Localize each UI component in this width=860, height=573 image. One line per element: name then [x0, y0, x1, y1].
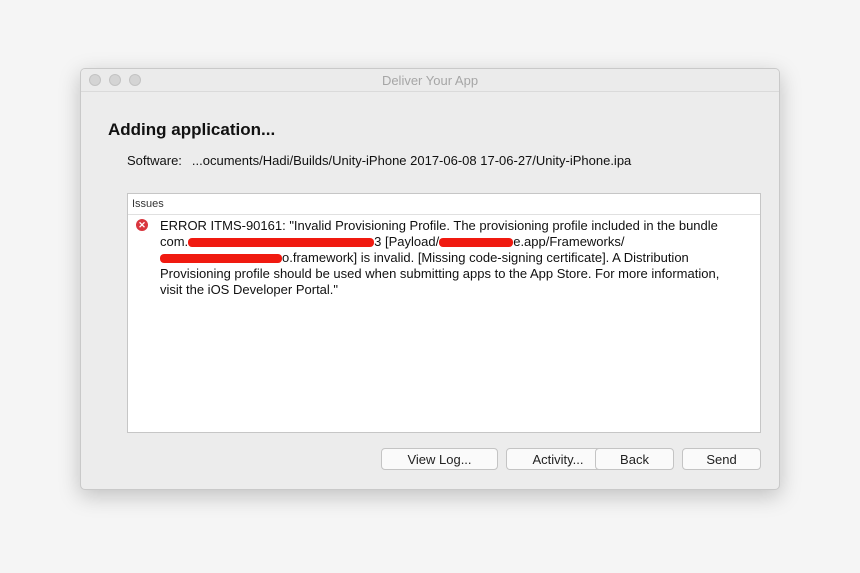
issues-list[interactable]: Issues ✕ ERROR ITMS-90161: "Invalid Prov…	[127, 193, 761, 433]
window-title: Deliver Your App	[381, 73, 479, 88]
software-row: Software: ...ocuments/Hadi/Builds/Unity-i…	[127, 153, 631, 168]
issue-line: visit the iOS Developer Portal."	[160, 282, 339, 297]
redaction-mark	[188, 238, 375, 248]
issue-line: com. 3 [Payload/e.app/Frameworks/	[160, 234, 754, 250]
issue-line: ERROR ITMS-90161: "Invalid Provisioning …	[160, 218, 718, 233]
issue-message: ERROR ITMS-90161: "Invalid Provisioning …	[160, 218, 754, 298]
view-log-button[interactable]: View Log...	[381, 448, 498, 470]
issue-text-segment: com.	[160, 234, 189, 249]
issue-text-segment: o.framework] is invalid. [Missing code-s…	[282, 250, 689, 265]
issue-item[interactable]: ✕ ERROR ITMS-90161: "Invalid Provisionin…	[128, 215, 760, 298]
software-label: Software:	[127, 153, 182, 168]
issue-line: Provisioning profile should be used when…	[160, 266, 720, 281]
software-path: ...ocuments/Hadi/Builds/Unity-iPhone 201…	[191, 153, 632, 168]
redaction-mark	[439, 238, 514, 248]
back-button[interactable]: Back	[595, 448, 674, 470]
issue-text-segment: e.app/Frameworks/	[513, 234, 625, 249]
redaction-mark	[160, 254, 282, 264]
issue-text-segment: 3 [Payload/	[374, 234, 440, 249]
issue-line: o.framework] is invalid. [Missing code-s…	[160, 250, 754, 266]
error-icon: ✕	[136, 219, 148, 231]
issues-header: Issues	[128, 194, 760, 215]
title-bar: Deliver Your App	[81, 69, 779, 92]
deliver-app-window: Deliver Your App Adding application... S…	[80, 68, 780, 490]
page-heading: Adding application...	[108, 120, 276, 139]
send-button[interactable]: Send	[682, 448, 761, 470]
button-bar: View Log... Activity... Back Send	[81, 448, 779, 470]
